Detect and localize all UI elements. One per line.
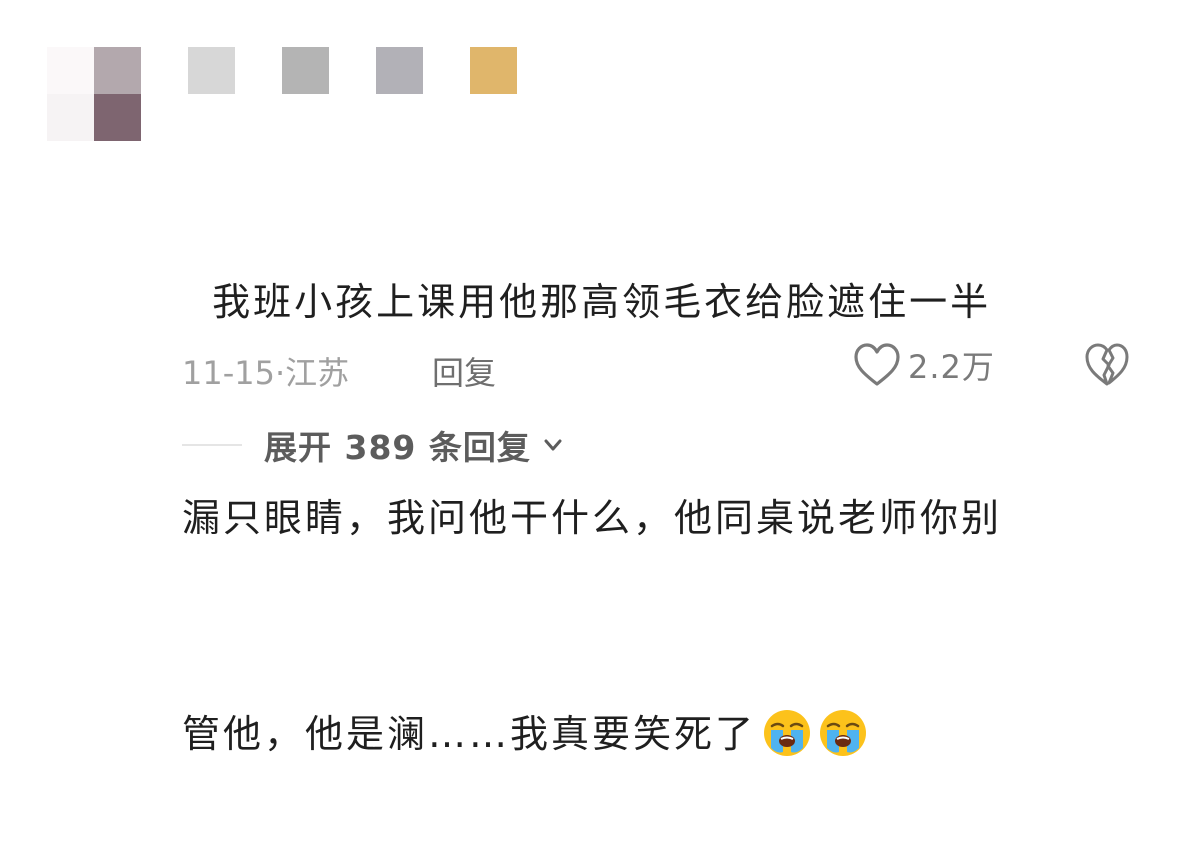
like-button[interactable]: 2.2万 [852,342,995,388]
comment-text: 我班小孩上课用他那高领毛衣给脸遮住一半 漏只眼睛，我问他干什么，他同桌说老师你别… [182,122,1102,842]
divider [182,444,242,446]
expand-replies-label: 展开 389 条回复 [264,428,531,467]
comment-line: 漏只眼睛，我问他干什么，他同桌说老师你别 [182,496,1003,540]
comment-line: 管他，他是澜……我真要笑死了 [182,698,1102,770]
comment-location: 江苏 [285,354,350,392]
avatar-pixel [94,47,141,94]
username-pixel [376,47,423,94]
username-pixel [188,47,235,94]
dislike-button[interactable] [1084,342,1130,396]
username-pixel [282,47,329,94]
username[interactable] [188,47,518,94]
loudly-crying-face-icon [764,709,811,756]
avatar-pixel [47,94,94,141]
comment-line: 我班小孩上课用他那高领毛衣给脸遮住一半 [182,280,992,324]
comment-date: 11-15 [182,354,275,392]
avatar-pixel [47,47,94,94]
avatar-pixel [94,94,141,141]
separator: · [274,354,286,392]
comment-date-location: 11-15·江苏 [182,348,349,394]
username-pixel [470,47,517,94]
heart-icon [854,343,900,386]
expand-replies[interactable]: 展开 389 条回复 [182,420,682,470]
avatar[interactable] [47,47,141,141]
comment-line-text: 管他，他是澜……我真要笑死了 [182,712,757,756]
loudly-crying-face-icon [820,709,867,756]
reply-button[interactable]: 回复 [432,348,496,394]
broken-heart-icon [1085,343,1129,386]
comment-meta-row: 11-15·江苏 回复 2.2万 [182,342,1142,392]
like-count: 2.2万 [908,348,995,386]
chevron-down-icon [544,439,562,451]
